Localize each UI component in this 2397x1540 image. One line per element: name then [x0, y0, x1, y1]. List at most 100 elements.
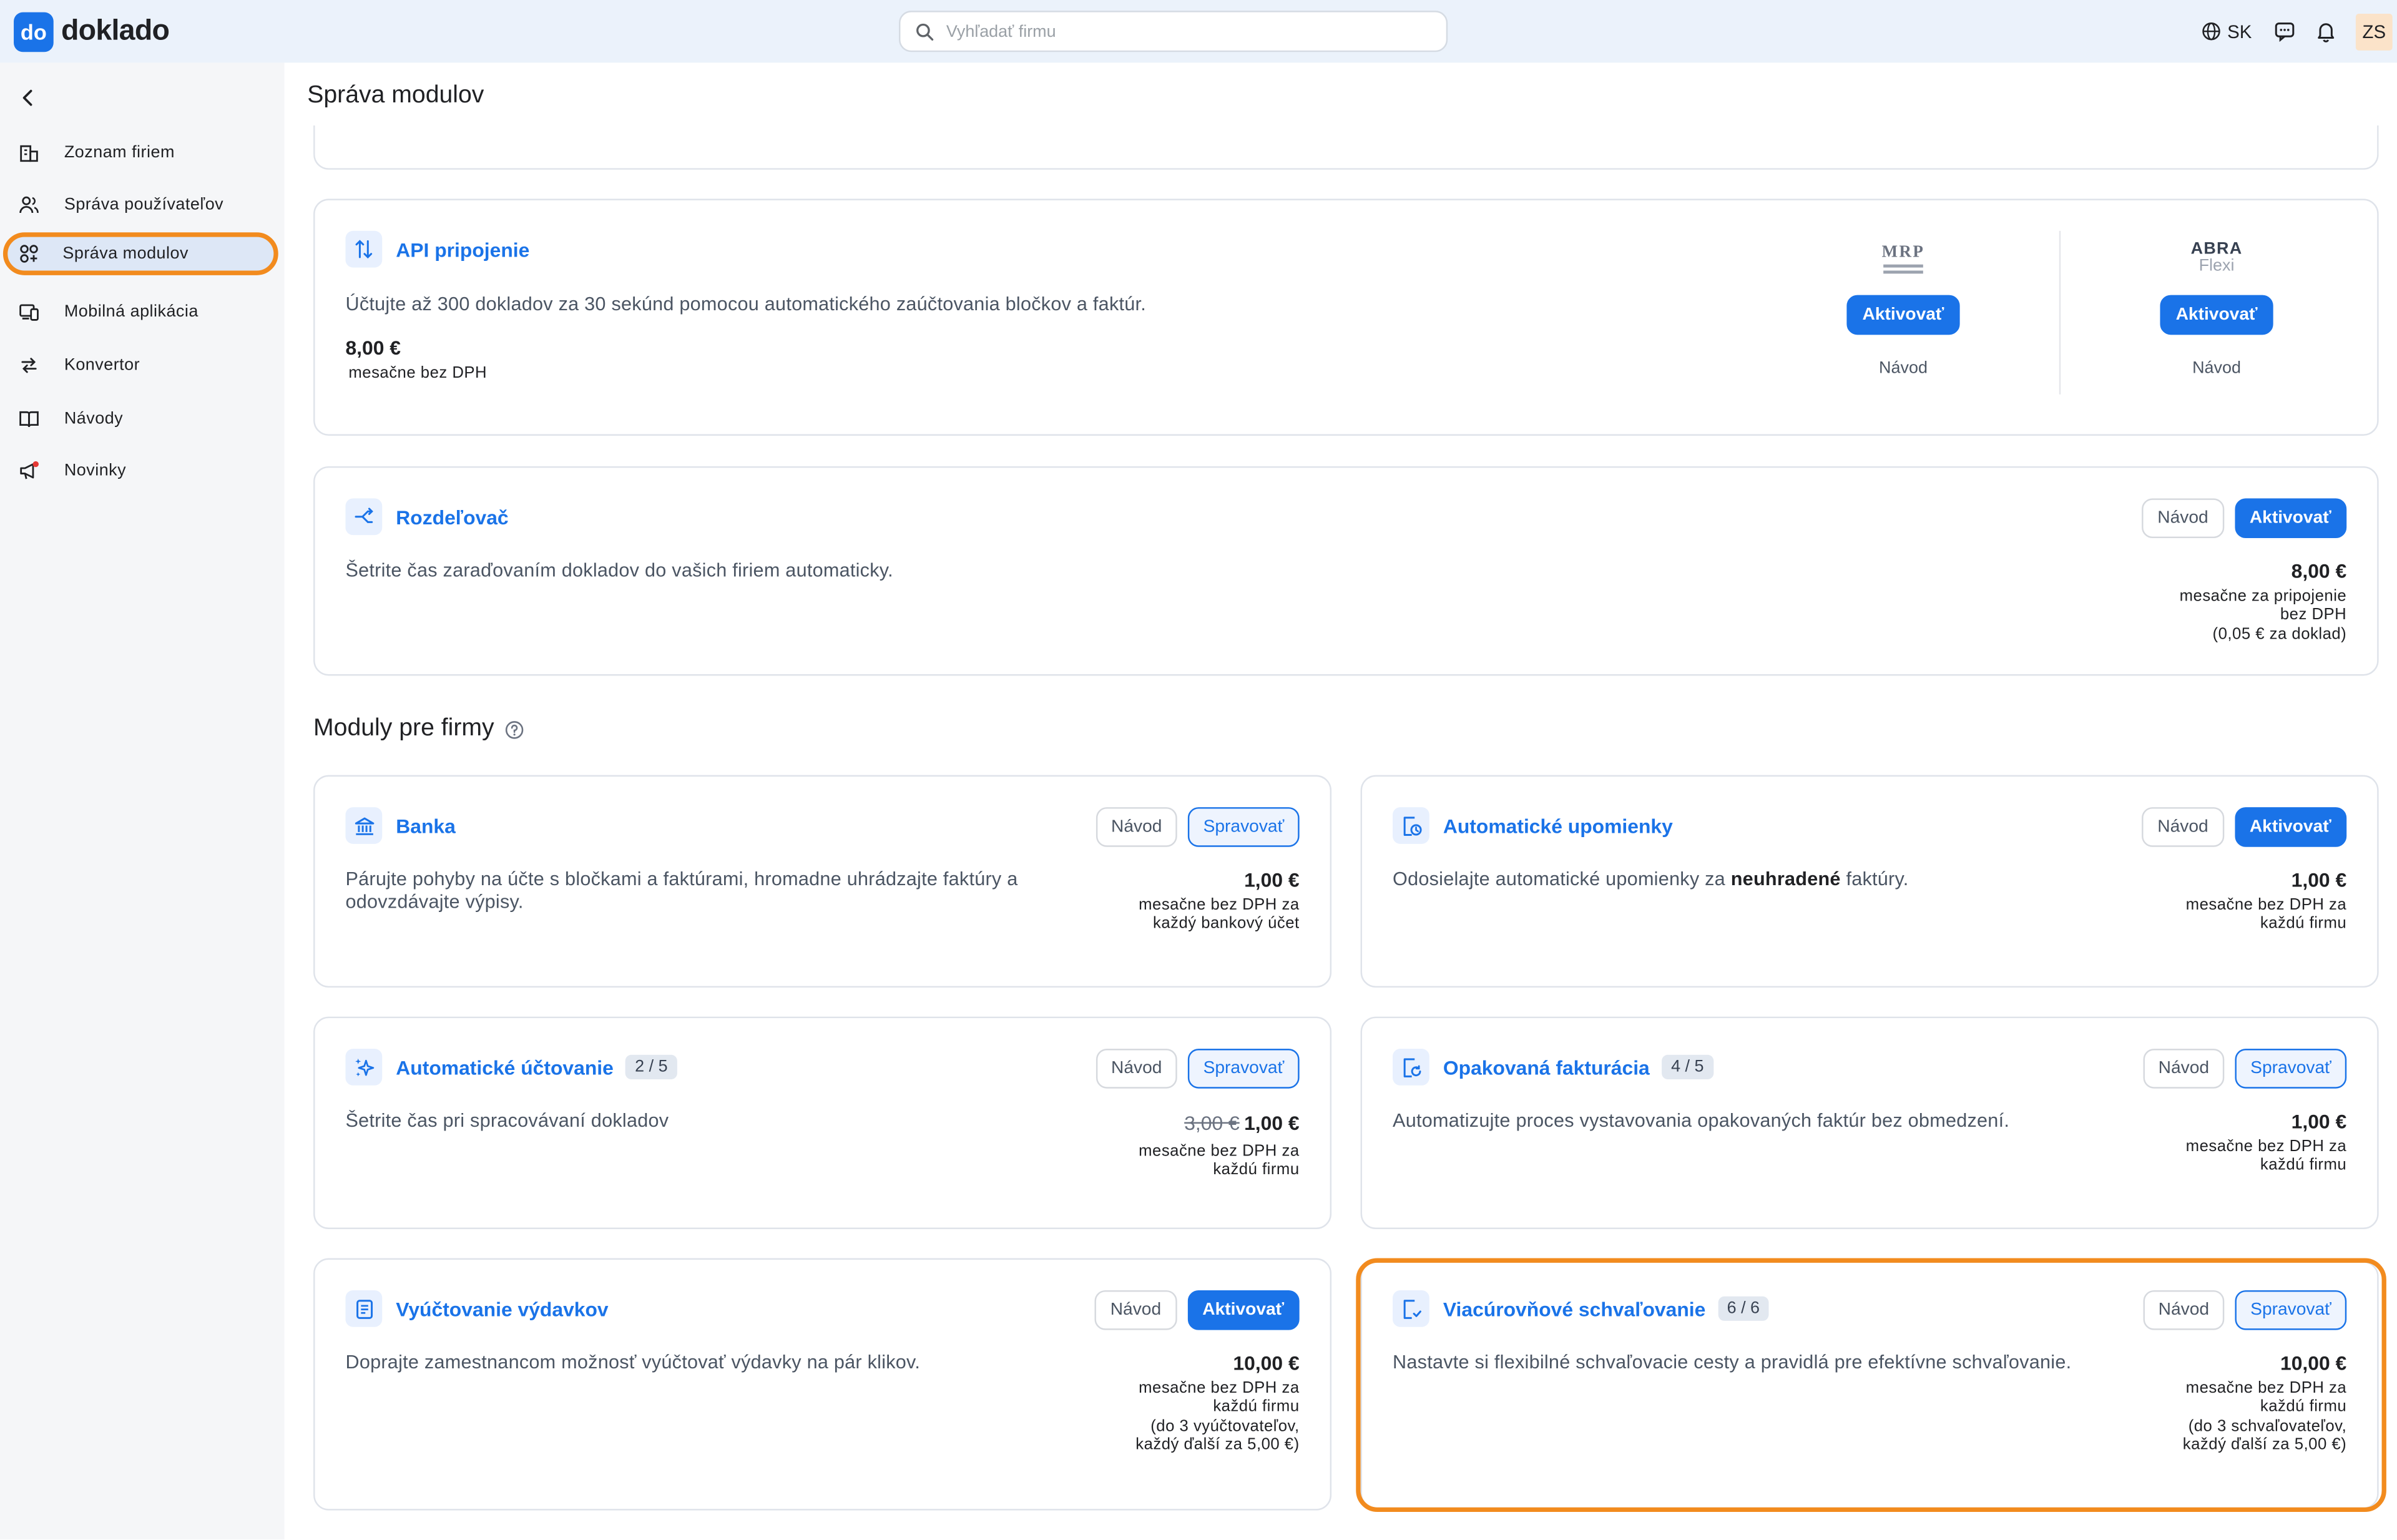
building-icon — [17, 140, 41, 165]
logo[interactable]: do doklado — [14, 12, 170, 52]
module-price: 3,00 €1,00 € mesačne bez DPH za každú fi… — [1139, 1110, 1300, 1180]
api-icon — [345, 230, 383, 268]
page-title: Správa modulov — [307, 82, 484, 109]
module-title[interactable]: Automatické upomienky — [1443, 814, 1673, 837]
module-title[interactable]: Rozdeľovač — [396, 505, 508, 528]
manage-button[interactable]: Spravovať — [1188, 1049, 1300, 1089]
price-note: mesačne za pripojenie bez DPH (0,05 € za… — [2179, 587, 2347, 644]
module-price: 1,00 € mesačne bez DPH za každý bankový … — [1139, 868, 1300, 933]
guide-button[interactable]: Návod — [1096, 1049, 1177, 1089]
manage-button[interactable]: Spravovať — [2235, 1049, 2347, 1089]
modules-icon — [17, 242, 41, 266]
module-title[interactable]: Automatické účtovanie — [396, 1056, 614, 1079]
module-price: 10,00 € mesačne bez DPH za každú firmu (… — [1135, 1351, 1299, 1454]
module-header: Vyúčtovanie výdavkov — [345, 1290, 609, 1327]
guide-link[interactable]: Návod — [1750, 360, 2056, 378]
guide-button[interactable]: Návod — [2142, 498, 2224, 539]
guide-link[interactable]: Návod — [2064, 360, 2370, 378]
search-icon — [916, 22, 934, 41]
language-label: SK — [2227, 21, 2252, 42]
help-icon[interactable] — [505, 719, 525, 739]
module-description: Doprajte zamestnancom možnosť vyúčtovať … — [345, 1351, 921, 1373]
price-note: mesačne bez DPH za každý bankový účet — [1139, 896, 1300, 933]
search-input[interactable] — [943, 21, 1408, 42]
sidebar: Zoznam firiem Správa používateľov Správa… — [0, 62, 285, 1540]
module-price-note: mesačne bez DPH — [348, 363, 488, 383]
sidebar-item-label: Mobilná aplikácia — [64, 302, 199, 321]
sidebar-item-companies[interactable]: Zoznam firiem — [0, 130, 285, 175]
module-price: 8,00 € mesačne za pripojenie bez DPH (0,… — [2180, 559, 2347, 643]
module-title[interactable]: Banka — [396, 814, 456, 837]
usage-badge: 4 / 5 — [1662, 1054, 1713, 1079]
guide-button[interactable]: Návod — [2142, 807, 2224, 847]
sidebar-item-users[interactable]: Správa používateľov — [0, 182, 285, 227]
module-header: Banka — [345, 807, 456, 844]
bank-icon — [345, 807, 383, 844]
globe-icon — [2202, 22, 2220, 41]
price-note: mesačne bez DPH za každú firmu (do 3 vyú… — [1135, 1378, 1300, 1454]
module-card-banka: Banka Párujte pohyby na účte s bločkami … — [313, 775, 1332, 988]
module-title[interactable]: Opakovaná fakturácia — [1443, 1056, 1650, 1079]
avatar[interactable]: ZS — [2355, 12, 2393, 50]
sparkles-icon — [345, 1049, 383, 1086]
module-card-api: API pripojenie Účtujte až 300 dokladov z… — [313, 199, 2379, 436]
search-box[interactable] — [899, 11, 1448, 52]
module-actions: Návod Aktivovať — [2142, 807, 2347, 847]
guide-button[interactable]: Návod — [2143, 1049, 2225, 1089]
partner-abra-flexi: ABRA Flexi Aktivovať Návod — [2064, 231, 2370, 378]
module-description: Automatizujte proces vystavovania opakov… — [1393, 1109, 2010, 1132]
recurring-invoice-icon — [1393, 1049, 1429, 1086]
bell-icon[interactable] — [2315, 20, 2338, 43]
price-value: 1,00 € — [2291, 868, 2347, 891]
module-price: 1,00 € mesačne bez DPH za každú firmu — [2186, 868, 2347, 933]
language-switch[interactable]: SK — [2202, 21, 2252, 42]
guide-button[interactable]: Návod — [1096, 807, 1177, 847]
sidebar-item-news[interactable]: Novinky — [0, 448, 285, 494]
price-value: 1,00 € — [2291, 1109, 2347, 1133]
module-card-schvalovanie: Viacúrovňové schvaľovanie 6 / 6 Nastavte… — [1360, 1261, 2379, 1509]
price-value: 8,00 € — [2291, 559, 2347, 583]
module-header: Automatické upomienky — [1393, 807, 1673, 844]
module-card-vydavky: Vyúčtovanie výdavkov Doprajte zamestnanc… — [313, 1258, 1332, 1511]
guide-button[interactable]: Návod — [2143, 1290, 2225, 1330]
previous-card-bottom — [313, 125, 2379, 170]
section-title: Moduly pre firmy — [313, 715, 525, 743]
chat-icon[interactable] — [2273, 20, 2297, 43]
approval-icon — [1393, 1290, 1429, 1327]
module-title[interactable]: Viacúrovňové schvaľovanie — [1443, 1297, 1705, 1320]
usage-badge: 6 / 6 — [1717, 1296, 1769, 1321]
module-description: Párujte pohyby na účte s bločkami a fakt… — [345, 868, 1018, 913]
sidebar-item-label: Správa modulov — [62, 244, 189, 263]
manage-button[interactable]: Spravovať — [1188, 807, 1300, 847]
sidebar-item-mobile-app[interactable]: Mobilná aplikácia — [0, 289, 285, 335]
activate-button[interactable]: Aktivovať — [2160, 295, 2273, 335]
module-title[interactable]: Vyúčtovanie výdavkov — [396, 1297, 608, 1320]
module-actions: Návod Spravovať — [2143, 1049, 2347, 1089]
module-description: Šetrite čas zaraďovaním dokladov do vaši… — [345, 559, 893, 581]
activate-button[interactable]: Aktivovať — [1187, 1290, 1300, 1330]
sidebar-item-converter[interactable]: Konvertor — [0, 343, 285, 388]
activate-button[interactable]: Aktivovať — [1847, 295, 1959, 335]
devices-icon — [17, 300, 41, 324]
top-bar: do doklado SK ZS — [0, 0, 2397, 63]
sidebar-item-modules[interactable]: Správa modulov — [2, 232, 278, 275]
module-actions: Návod Spravovať — [1096, 1049, 1300, 1089]
module-header: Opakovaná fakturácia 4 / 5 — [1393, 1049, 1713, 1086]
module-card-rozdelovac: Rozdeľovač Šetrite čas zaraďovaním dokla… — [313, 466, 2379, 676]
app-frame: do doklado SK ZS — [0, 0, 2397, 1540]
activate-button[interactable]: Aktivovať — [2234, 498, 2347, 539]
price-note: mesačne bez DPH za každú firmu (do 3 sch… — [2182, 1378, 2347, 1454]
price-note: mesačne bez DPH za každú firmu — [1139, 1142, 1300, 1179]
activate-button[interactable]: Aktivovať — [2234, 807, 2347, 847]
back-arrow-icon[interactable] — [18, 87, 36, 115]
module-card-fakturacia: Opakovaná fakturácia 4 / 5 Automatizujte… — [1360, 1016, 2379, 1229]
sidebar-item-guides[interactable]: Návody — [0, 396, 285, 441]
guide-button[interactable]: Návod — [1095, 1290, 1177, 1330]
usage-badge: 2 / 5 — [625, 1054, 677, 1079]
reminder-icon — [1393, 807, 1429, 844]
top-right-actions: SK ZS — [2202, 0, 2397, 62]
module-title[interactable]: API pripojenie — [396, 238, 529, 261]
manage-button[interactable]: Spravovať — [2235, 1290, 2347, 1330]
sidebar-item-label: Novinky — [64, 461, 127, 480]
old-price: 3,00 € — [1184, 1111, 1240, 1135]
